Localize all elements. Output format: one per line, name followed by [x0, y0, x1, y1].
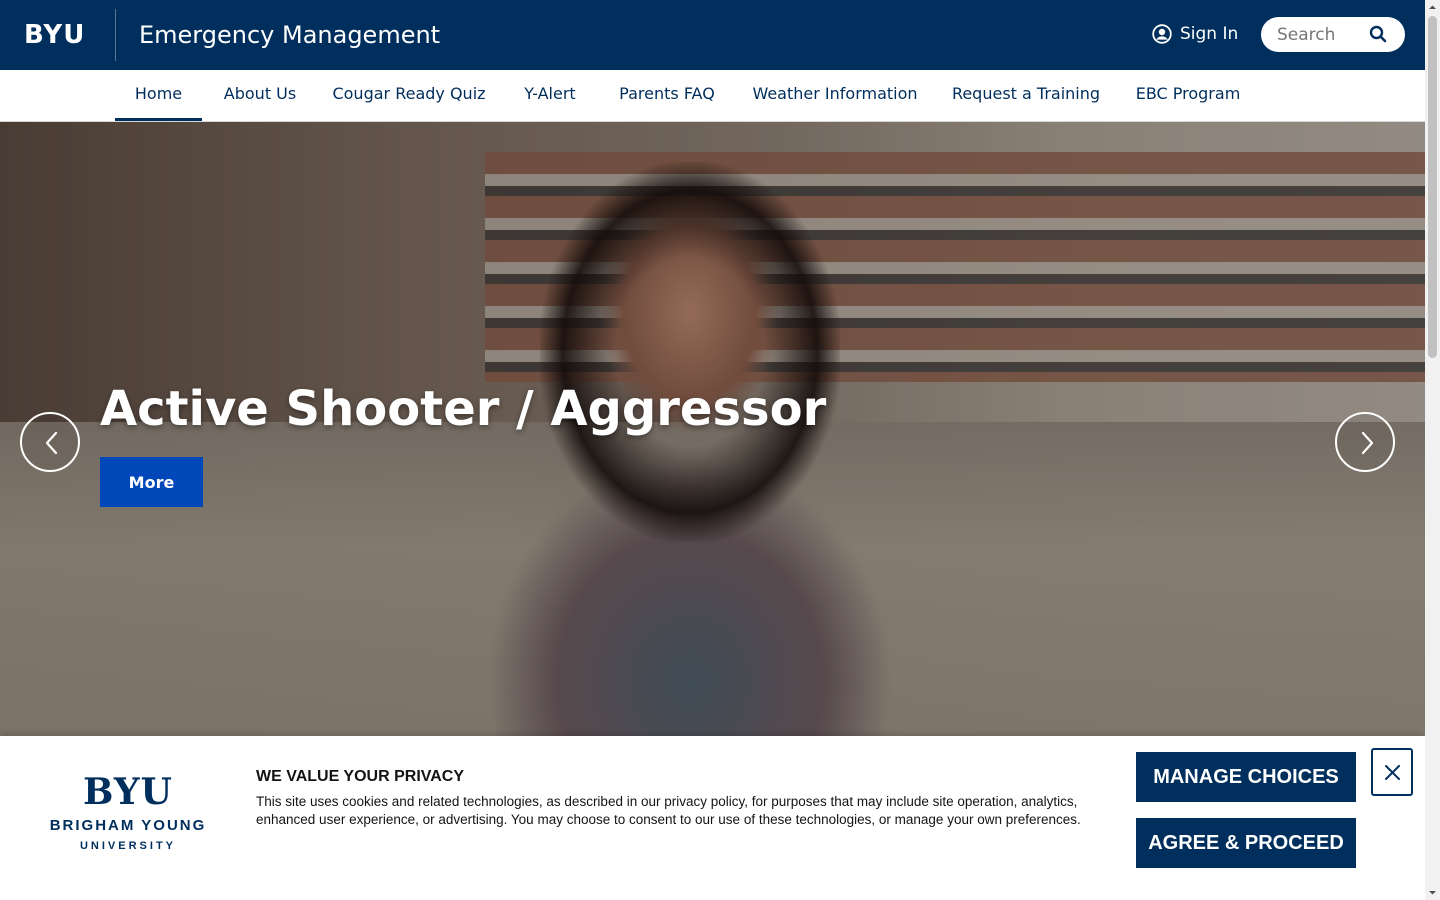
- nav-item-ebc-program[interactable]: EBC Program: [1129, 70, 1247, 121]
- header-divider: [115, 9, 116, 61]
- main-nav: Home About Us Cougar Ready Quiz Y-Alert …: [0, 70, 1425, 122]
- cookie-consent-banner: BYU BRIGHAM YOUNG UNIVERSITY WE VALUE YO…: [0, 736, 1425, 900]
- byu-logo[interactable]: BYU: [24, 21, 85, 49]
- nav-item-request-a-training[interactable]: Request a Training: [946, 70, 1106, 121]
- agree-proceed-button[interactable]: AGREE & PROCEED: [1136, 818, 1356, 868]
- site-header: BYU Emergency Management Sign In: [0, 0, 1425, 70]
- hero-title: Active Shooter / Aggressor: [100, 381, 827, 437]
- carousel-prev-button[interactable]: [20, 412, 80, 472]
- user-circle-icon: [1152, 24, 1172, 44]
- cookie-description: This site uses cookies and related techn…: [256, 794, 1081, 827]
- cookie-logo-main: BYU: [83, 771, 173, 813]
- nav-item-home[interactable]: Home: [115, 70, 202, 121]
- chevron-left-icon: [45, 431, 58, 455]
- nav-item-about-us[interactable]: About Us: [215, 70, 305, 121]
- scrollbar-thumb[interactable]: [1428, 16, 1437, 358]
- cookie-logo-line1: BRIGHAM YOUNG: [49, 817, 207, 834]
- chevron-right-icon: [1361, 431, 1374, 455]
- search-box: [1261, 17, 1405, 52]
- manage-choices-button[interactable]: MANAGE CHOICES: [1136, 752, 1356, 802]
- sign-in-label: Sign In: [1180, 24, 1239, 44]
- search-input[interactable]: [1277, 23, 1367, 46]
- nav-item-y-alert[interactable]: Y-Alert: [513, 70, 587, 121]
- nav-item-cougar-ready-quiz[interactable]: Cougar Ready Quiz: [327, 70, 491, 121]
- sign-in-button[interactable]: Sign In: [1152, 22, 1238, 46]
- byu-brigham-young-logo: BYU BRIGHAM YOUNG UNIVERSITY: [46, 772, 210, 854]
- nav-item-parents-faq[interactable]: Parents FAQ: [610, 70, 724, 121]
- search-icon[interactable]: [1369, 25, 1387, 48]
- hero-carousel: Active Shooter / Aggressor More: [0, 122, 1425, 736]
- close-icon: [1385, 765, 1400, 780]
- cookie-close-button[interactable]: [1371, 748, 1413, 796]
- hero-more-button[interactable]: More: [100, 457, 203, 507]
- scroll-up-arrow-icon[interactable]: [1425, 0, 1440, 15]
- carousel-next-button[interactable]: [1335, 412, 1395, 472]
- page-scrollbar[interactable]: [1425, 0, 1440, 900]
- scroll-down-arrow-icon[interactable]: [1425, 885, 1440, 900]
- site-title[interactable]: Emergency Management: [139, 20, 440, 50]
- nav-item-weather-information[interactable]: Weather Information: [746, 70, 924, 121]
- cookie-heading: WE VALUE YOUR PRIVACY: [256, 768, 465, 785]
- cookie-logo-line2: UNIVERSITY: [79, 840, 176, 852]
